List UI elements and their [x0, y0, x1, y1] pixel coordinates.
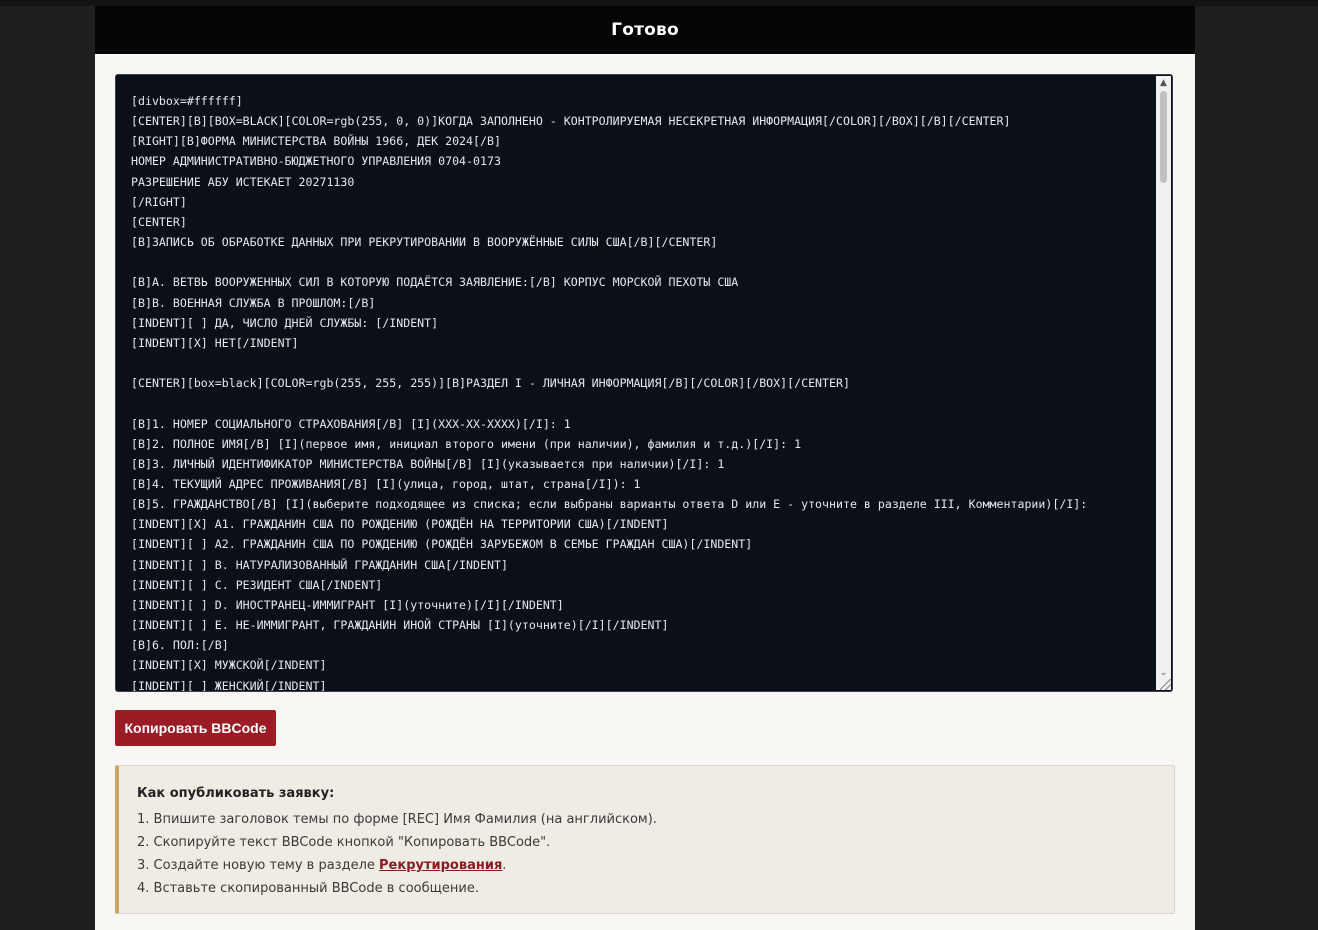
- instruction-step-4: 4. Вставьте скопированный BBCode в сообщ…: [137, 881, 479, 896]
- instructions-box: Как опубликовать заявку: 1. Впишите заго…: [115, 765, 1175, 914]
- copy-bbcode-button[interactable]: Копировать BBCode: [115, 710, 276, 746]
- instruction-step-3-suffix: .: [502, 858, 507, 873]
- instruction-step-3: 3. Создайте новую тему в разделе Рекрути…: [137, 854, 1156, 877]
- result-panel: Готово [divbox=#ffffff] [CENTER][B][BOX=…: [95, 6, 1195, 930]
- resize-grip-icon[interactable]: [1160, 679, 1171, 690]
- chevron-up-icon[interactable]: ▲: [1156, 76, 1171, 90]
- instructions-title: Как опубликовать заявку:: [137, 786, 335, 801]
- instruction-step-2: 2. Скопируйте текст BBCode кнопкой "Копи…: [137, 835, 551, 850]
- chevron-down-icon[interactable]: ⌄: [1156, 666, 1171, 680]
- bbcode-text[interactable]: [divbox=#ffffff] [CENTER][B][BOX=BLACK][…: [131, 91, 1154, 691]
- instruction-step-1: 1. Впишите заголовок темы по форме [REC]…: [137, 812, 657, 827]
- instruction-step-3-prefix: 3. Создайте новую тему в разделе: [137, 858, 380, 873]
- panel-title: Готово: [611, 20, 679, 40]
- recruitment-section-link[interactable]: Рекрутирования: [379, 858, 502, 873]
- scroll-thumb[interactable]: [1160, 91, 1167, 183]
- bbcode-textarea[interactable]: [divbox=#ffffff] [CENTER][B][BOX=BLACK][…: [115, 74, 1173, 692]
- textarea-scrollbar[interactable]: ▲ ⌄: [1156, 76, 1171, 690]
- panel-header: Готово: [95, 6, 1195, 54]
